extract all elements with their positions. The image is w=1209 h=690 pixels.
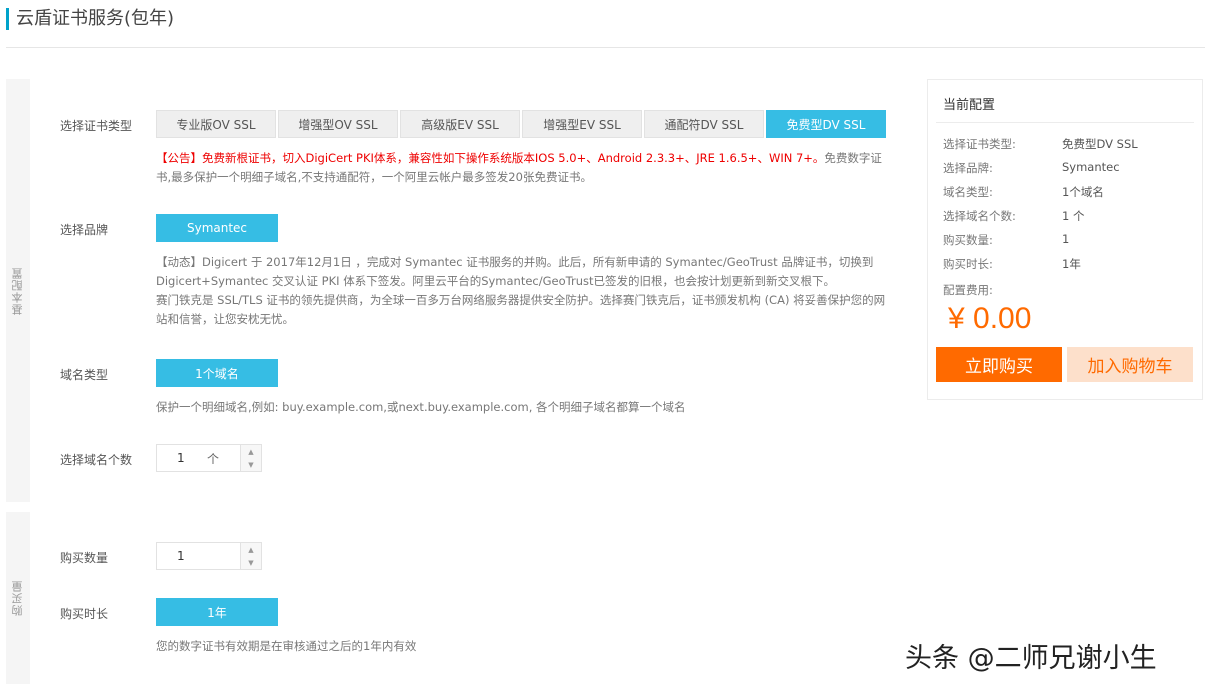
domain-count-stepper: 个 ▲ ▼ bbox=[156, 444, 262, 472]
cert-type-option-enhanced-ev[interactable]: 增强型EV SSL bbox=[522, 110, 642, 138]
price-value: ¥ 0.00 bbox=[948, 302, 1032, 335]
duration-option-1-year[interactable]: 1年 bbox=[156, 598, 278, 626]
increment-up-icon[interactable]: ▲ bbox=[241, 445, 261, 458]
summary-value: 1年 bbox=[1062, 257, 1081, 271]
domain-type-option-single[interactable]: 1个域名 bbox=[156, 359, 278, 387]
summary-key: 购买时长: bbox=[943, 257, 993, 271]
brand-label: 选择品牌 bbox=[60, 223, 109, 237]
summary-value: Symantec bbox=[1062, 160, 1120, 174]
purchase-body: 购买数量 ▲ ▼ 购买时长 1年 您的数字证书有效期是在审核通过之后的1年内有效 bbox=[30, 512, 919, 684]
cert-type-option-pro-ov[interactable]: 专业版OV SSL bbox=[156, 110, 276, 138]
cert-type-notice: 【公告】免费新根证书，切入DigiCert PKI体系，兼容性如下操作系统版本I… bbox=[156, 149, 886, 187]
summary-value: 免费型DV SSL bbox=[1062, 137, 1138, 151]
summary-value: 1 个 bbox=[1062, 209, 1085, 223]
brand-desc: 【动态】Digicert 于 2017年12月1日 ，完成对 Symantec … bbox=[156, 253, 886, 329]
cert-type-notice-red: 【公告】免费新根证书，切入DigiCert PKI体系，兼容性如下操作系统版本I… bbox=[156, 151, 825, 165]
brand-option-symantec[interactable]: Symantec bbox=[156, 214, 278, 242]
domain-type-desc: 保护一个明细域名,例如: buy.example.com,或next.buy.e… bbox=[156, 400, 686, 414]
cert-type-tabs: 专业版OV SSL 增强型OV SSL 高级版EV SSL 增强型EV SSL … bbox=[156, 110, 888, 138]
domain-count-label: 选择域名个数 bbox=[60, 453, 133, 467]
duration-label: 购买时长 bbox=[60, 607, 109, 621]
quantity-label: 购买数量 bbox=[60, 551, 109, 565]
add-to-cart-button[interactable]: 加入购物车 bbox=[1067, 347, 1193, 382]
duration-desc: 您的数字证书有效期是在审核通过之后的1年内有效 bbox=[156, 639, 417, 653]
domain-count-arrows: ▲ ▼ bbox=[240, 444, 262, 472]
current-config-title: 当前配置 bbox=[943, 98, 996, 113]
basic-config-body: 选择证书类型 专业版OV SSL 增强型OV SSL 高级版EV SSL 增强型… bbox=[30, 79, 919, 502]
summary-value: 1个域名 bbox=[1062, 185, 1104, 199]
watermark: 头条 @二师兄谢小生 bbox=[905, 643, 1157, 674]
current-config-divider bbox=[936, 122, 1194, 123]
domain-count-input[interactable] bbox=[157, 451, 207, 465]
summary-key: 选择证书类型: bbox=[943, 137, 1016, 151]
cert-type-option-enhanced-ov[interactable]: 增强型OV SSL bbox=[278, 110, 398, 138]
summary-key: 购买数量: bbox=[943, 233, 993, 247]
summary-value: 1 bbox=[1062, 232, 1070, 246]
brand-desc-news: 【动态】Digicert 于 2017年12月1日 ，完成对 Symantec … bbox=[156, 255, 874, 288]
cert-type-option-wildcard-dv[interactable]: 通配符DV SSL bbox=[644, 110, 764, 138]
basic-config-section: 基本配置 选择证书类型 专业版OV SSL 增强型OV SSL 高级版EV SS… bbox=[6, 79, 919, 502]
cert-type-option-free-dv[interactable]: 免费型DV SSL bbox=[766, 110, 886, 138]
decrement-down-icon[interactable]: ▼ bbox=[241, 556, 261, 569]
buy-now-button[interactable]: 立即购买 bbox=[936, 347, 1062, 382]
purchase-section: 购买量 购买数量 ▲ ▼ 购买时长 1年 您的数字证书有效期是在审核通过之后的1… bbox=[6, 512, 919, 684]
purchase-label: 购买量 bbox=[11, 580, 24, 616]
basic-config-label: 基本配置 bbox=[11, 266, 24, 315]
fee-label: 配置费用: bbox=[943, 283, 993, 297]
quantity-input[interactable] bbox=[157, 549, 207, 563]
summary-key: 选择域名个数: bbox=[943, 209, 1016, 223]
basic-config-tab: 基本配置 bbox=[6, 79, 30, 502]
brand-desc-intro: 赛门铁克是 SSL/TLS 证书的领先提供商，为全球一百多万台网络服务器提供安全… bbox=[156, 293, 886, 326]
current-config-panel: 当前配置 选择证书类型: 免费型DV SSL 选择品牌: Symantec 域名… bbox=[927, 79, 1203, 400]
increment-up-icon[interactable]: ▲ bbox=[241, 543, 261, 556]
domain-type-label: 域名类型 bbox=[60, 368, 109, 382]
quantity-arrows: ▲ ▼ bbox=[240, 542, 262, 570]
title-divider bbox=[6, 47, 1205, 48]
summary-key: 选择品牌: bbox=[943, 161, 993, 175]
page-title: 云盾证书服务(包年) bbox=[6, 8, 174, 30]
decrement-down-icon[interactable]: ▼ bbox=[241, 458, 261, 471]
quantity-stepper: ▲ ▼ bbox=[156, 542, 262, 570]
cert-type-label: 选择证书类型 bbox=[60, 119, 133, 133]
purchase-tab: 购买量 bbox=[6, 512, 30, 684]
domain-count-unit: 个 bbox=[207, 451, 220, 466]
summary-key: 域名类型: bbox=[943, 185, 993, 199]
cert-type-option-advanced-ev[interactable]: 高级版EV SSL bbox=[400, 110, 520, 138]
